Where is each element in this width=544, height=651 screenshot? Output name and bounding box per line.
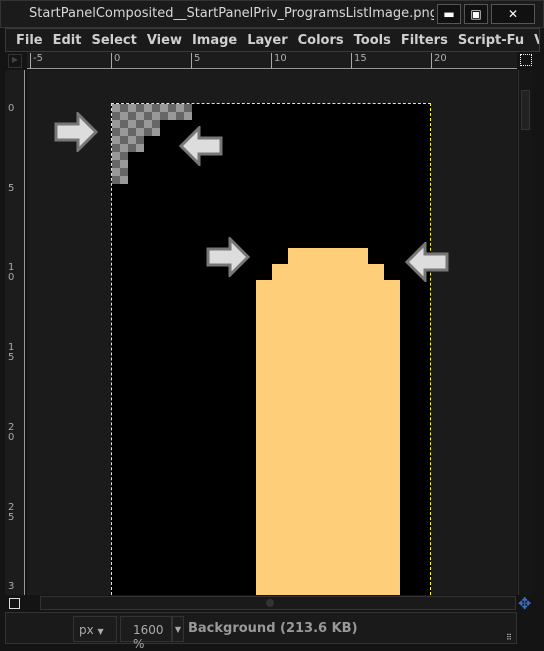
- zoom-field[interactable]: 1600 %: [120, 616, 172, 651]
- ruler-label: 10: [8, 262, 15, 283]
- orange-shape-body: [256, 280, 400, 595]
- horizontal-scroll-thumb[interactable]: [266, 599, 274, 607]
- ruler-label: 15: [351, 53, 367, 69]
- transparent-pixels: [112, 104, 192, 120]
- ruler-label: 0: [111, 53, 120, 69]
- close-button[interactable]: ✕: [491, 4, 535, 24]
- menu-image[interactable]: Image: [182, 29, 237, 48]
- horizontal-ruler[interactable]: -5 0 5 10 15 20: [27, 52, 517, 69]
- menu-edit[interactable]: Edit: [43, 29, 82, 48]
- zoom-image-toggle-icon[interactable]: [520, 54, 532, 66]
- window-title: StartPanelComposited__StartPanelPriv_Pro…: [29, 6, 434, 21]
- vertical-scroll-thumb[interactable]: [521, 90, 530, 130]
- ruler-label: 20: [8, 422, 15, 443]
- zoom-dropdown-arrow[interactable]: ▼: [172, 616, 184, 642]
- ruler-label: 20: [431, 53, 447, 69]
- quick-mask-menu-button[interactable]: ▶: [8, 54, 22, 68]
- layer-info: Background (213.6 KB): [188, 621, 358, 636]
- unit-value: px: [79, 623, 94, 637]
- arrow-left-icon: [405, 242, 449, 282]
- transparent-pixels: [112, 152, 128, 184]
- unit-selector[interactable]: px ▼: [73, 616, 117, 642]
- maximize-button[interactable]: ▣: [464, 4, 488, 24]
- menu-file[interactable]: File: [6, 29, 43, 48]
- orange-shape-top: [288, 248, 368, 264]
- ruler-label: 0: [8, 103, 15, 114]
- menu-video[interactable]: Video: [524, 29, 539, 48]
- minimize-button[interactable]: ▬: [437, 4, 461, 24]
- menu-bar: File Edit Select View Image Layer Colors Tools F…: [5, 28, 540, 52]
- ruler-label: 25: [8, 502, 15, 523]
- horizontal-scrollbar[interactable]: [40, 596, 516, 610]
- menu-tools[interactable]: Tools: [344, 29, 391, 48]
- title-bar: StartPanelComposited__StartPanelPriv_Pro…: [0, 0, 544, 28]
- menu-select[interactable]: Select: [81, 29, 136, 48]
- arrow-right-icon: [54, 112, 98, 152]
- vertical-scrollbar[interactable]: [518, 70, 532, 595]
- menu-layer[interactable]: Layer: [237, 29, 287, 48]
- status-bar: px ▼ 1600 % ▼ Background (213.6 KB) ⠿: [5, 612, 517, 651]
- transparent-pixels: [112, 120, 160, 136]
- menu-view[interactable]: View: [137, 29, 182, 48]
- ruler-label: 10: [271, 53, 287, 69]
- menu-colors[interactable]: Colors: [288, 29, 344, 48]
- menu-script-fu[interactable]: Script-Fu: [448, 29, 524, 48]
- ruler-label: -5: [30, 53, 43, 69]
- image-layer[interactable]: [111, 103, 431, 595]
- quick-mask-toggle[interactable]: [9, 598, 20, 609]
- vertical-ruler[interactable]: 0 5 10 15 20 25 3: [5, 70, 25, 595]
- menu-filters[interactable]: Filters: [391, 29, 448, 48]
- transparent-pixels: [112, 136, 144, 152]
- ruler-label: 15: [8, 342, 15, 363]
- image-canvas[interactable]: [27, 70, 517, 595]
- navigate-icon[interactable]: ✥: [518, 594, 531, 613]
- ruler-label: 5: [191, 53, 200, 69]
- ruler-label: 5: [8, 183, 15, 194]
- ruler-label: 3: [8, 581, 15, 592]
- resize-grip-icon[interactable]: ⠿: [506, 633, 512, 642]
- arrow-right-icon: [206, 237, 250, 277]
- arrow-left-icon: [179, 126, 223, 166]
- orange-shape-middle: [272, 264, 384, 280]
